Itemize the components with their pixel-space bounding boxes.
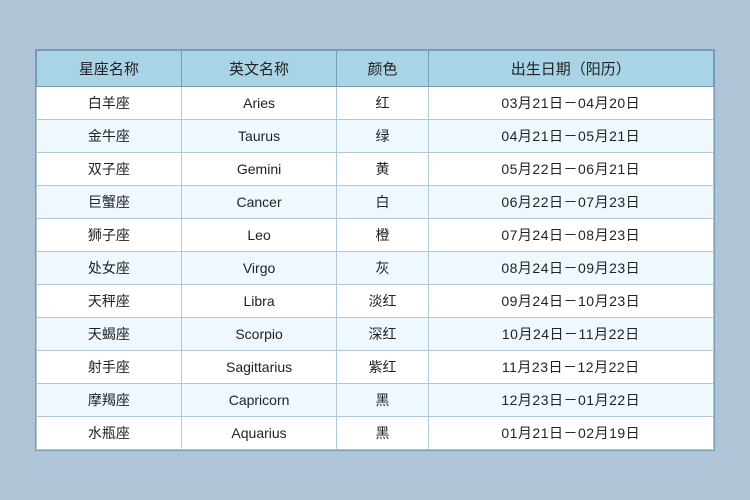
header-chinese-name: 星座名称 <box>37 51 182 87</box>
table-row: 白羊座Aries红03月21日－04月20日 <box>37 87 714 120</box>
header-english-name: 英文名称 <box>181 51 337 87</box>
table-row: 狮子座Leo橙07月24日－08月23日 <box>37 219 714 252</box>
cell-chinese-name: 天秤座 <box>37 285 182 318</box>
cell-english-name: Virgo <box>181 252 337 285</box>
cell-english-name: Capricorn <box>181 384 337 417</box>
table-row: 巨蟹座Cancer白06月22日－07月23日 <box>37 186 714 219</box>
cell-color: 黄 <box>337 153 428 186</box>
cell-english-name: Taurus <box>181 120 337 153</box>
cell-english-name: Cancer <box>181 186 337 219</box>
cell-dates: 10月24日－11月22日 <box>428 318 713 351</box>
cell-dates: 09月24日－10月23日 <box>428 285 713 318</box>
cell-chinese-name: 处女座 <box>37 252 182 285</box>
cell-chinese-name: 狮子座 <box>37 219 182 252</box>
cell-color: 黑 <box>337 384 428 417</box>
table-body: 白羊座Aries红03月21日－04月20日金牛座Taurus绿04月21日－0… <box>37 87 714 450</box>
cell-chinese-name: 金牛座 <box>37 120 182 153</box>
cell-color: 紫红 <box>337 351 428 384</box>
cell-dates: 01月21日－02月19日 <box>428 417 713 450</box>
cell-color: 黑 <box>337 417 428 450</box>
cell-english-name: Aquarius <box>181 417 337 450</box>
cell-color: 橙 <box>337 219 428 252</box>
cell-english-name: Gemini <box>181 153 337 186</box>
cell-dates: 06月22日－07月23日 <box>428 186 713 219</box>
cell-chinese-name: 摩羯座 <box>37 384 182 417</box>
table-header-row: 星座名称 英文名称 颜色 出生日期（阳历） <box>37 51 714 87</box>
cell-color: 绿 <box>337 120 428 153</box>
cell-dates: 11月23日－12月22日 <box>428 351 713 384</box>
table-row: 天秤座Libra淡红09月24日－10月23日 <box>37 285 714 318</box>
cell-dates: 05月22日－06月21日 <box>428 153 713 186</box>
cell-english-name: Leo <box>181 219 337 252</box>
table-row: 射手座Sagittarius紫红11月23日－12月22日 <box>37 351 714 384</box>
cell-color: 白 <box>337 186 428 219</box>
cell-dates: 04月21日－05月21日 <box>428 120 713 153</box>
cell-color: 灰 <box>337 252 428 285</box>
header-color: 颜色 <box>337 51 428 87</box>
table-row: 摩羯座Capricorn黑12月23日－01月22日 <box>37 384 714 417</box>
cell-chinese-name: 射手座 <box>37 351 182 384</box>
cell-chinese-name: 双子座 <box>37 153 182 186</box>
header-dates: 出生日期（阳历） <box>428 51 713 87</box>
table-row: 天蝎座Scorpio深红10月24日－11月22日 <box>37 318 714 351</box>
cell-english-name: Libra <box>181 285 337 318</box>
cell-chinese-name: 天蝎座 <box>37 318 182 351</box>
cell-color: 深红 <box>337 318 428 351</box>
cell-chinese-name: 白羊座 <box>37 87 182 120</box>
cell-dates: 03月21日－04月20日 <box>428 87 713 120</box>
cell-english-name: Aries <box>181 87 337 120</box>
cell-english-name: Sagittarius <box>181 351 337 384</box>
table-row: 双子座Gemini黄05月22日－06月21日 <box>37 153 714 186</box>
table-row: 水瓶座Aquarius黑01月21日－02月19日 <box>37 417 714 450</box>
cell-chinese-name: 水瓶座 <box>37 417 182 450</box>
zodiac-table-container: 星座名称 英文名称 颜色 出生日期（阳历） 白羊座Aries红03月21日－04… <box>35 49 715 451</box>
cell-english-name: Scorpio <box>181 318 337 351</box>
cell-color: 淡红 <box>337 285 428 318</box>
zodiac-table: 星座名称 英文名称 颜色 出生日期（阳历） 白羊座Aries红03月21日－04… <box>36 50 714 450</box>
table-row: 金牛座Taurus绿04月21日－05月21日 <box>37 120 714 153</box>
cell-dates: 07月24日－08月23日 <box>428 219 713 252</box>
table-row: 处女座Virgo灰08月24日－09月23日 <box>37 252 714 285</box>
cell-dates: 08月24日－09月23日 <box>428 252 713 285</box>
cell-color: 红 <box>337 87 428 120</box>
cell-chinese-name: 巨蟹座 <box>37 186 182 219</box>
cell-dates: 12月23日－01月22日 <box>428 384 713 417</box>
